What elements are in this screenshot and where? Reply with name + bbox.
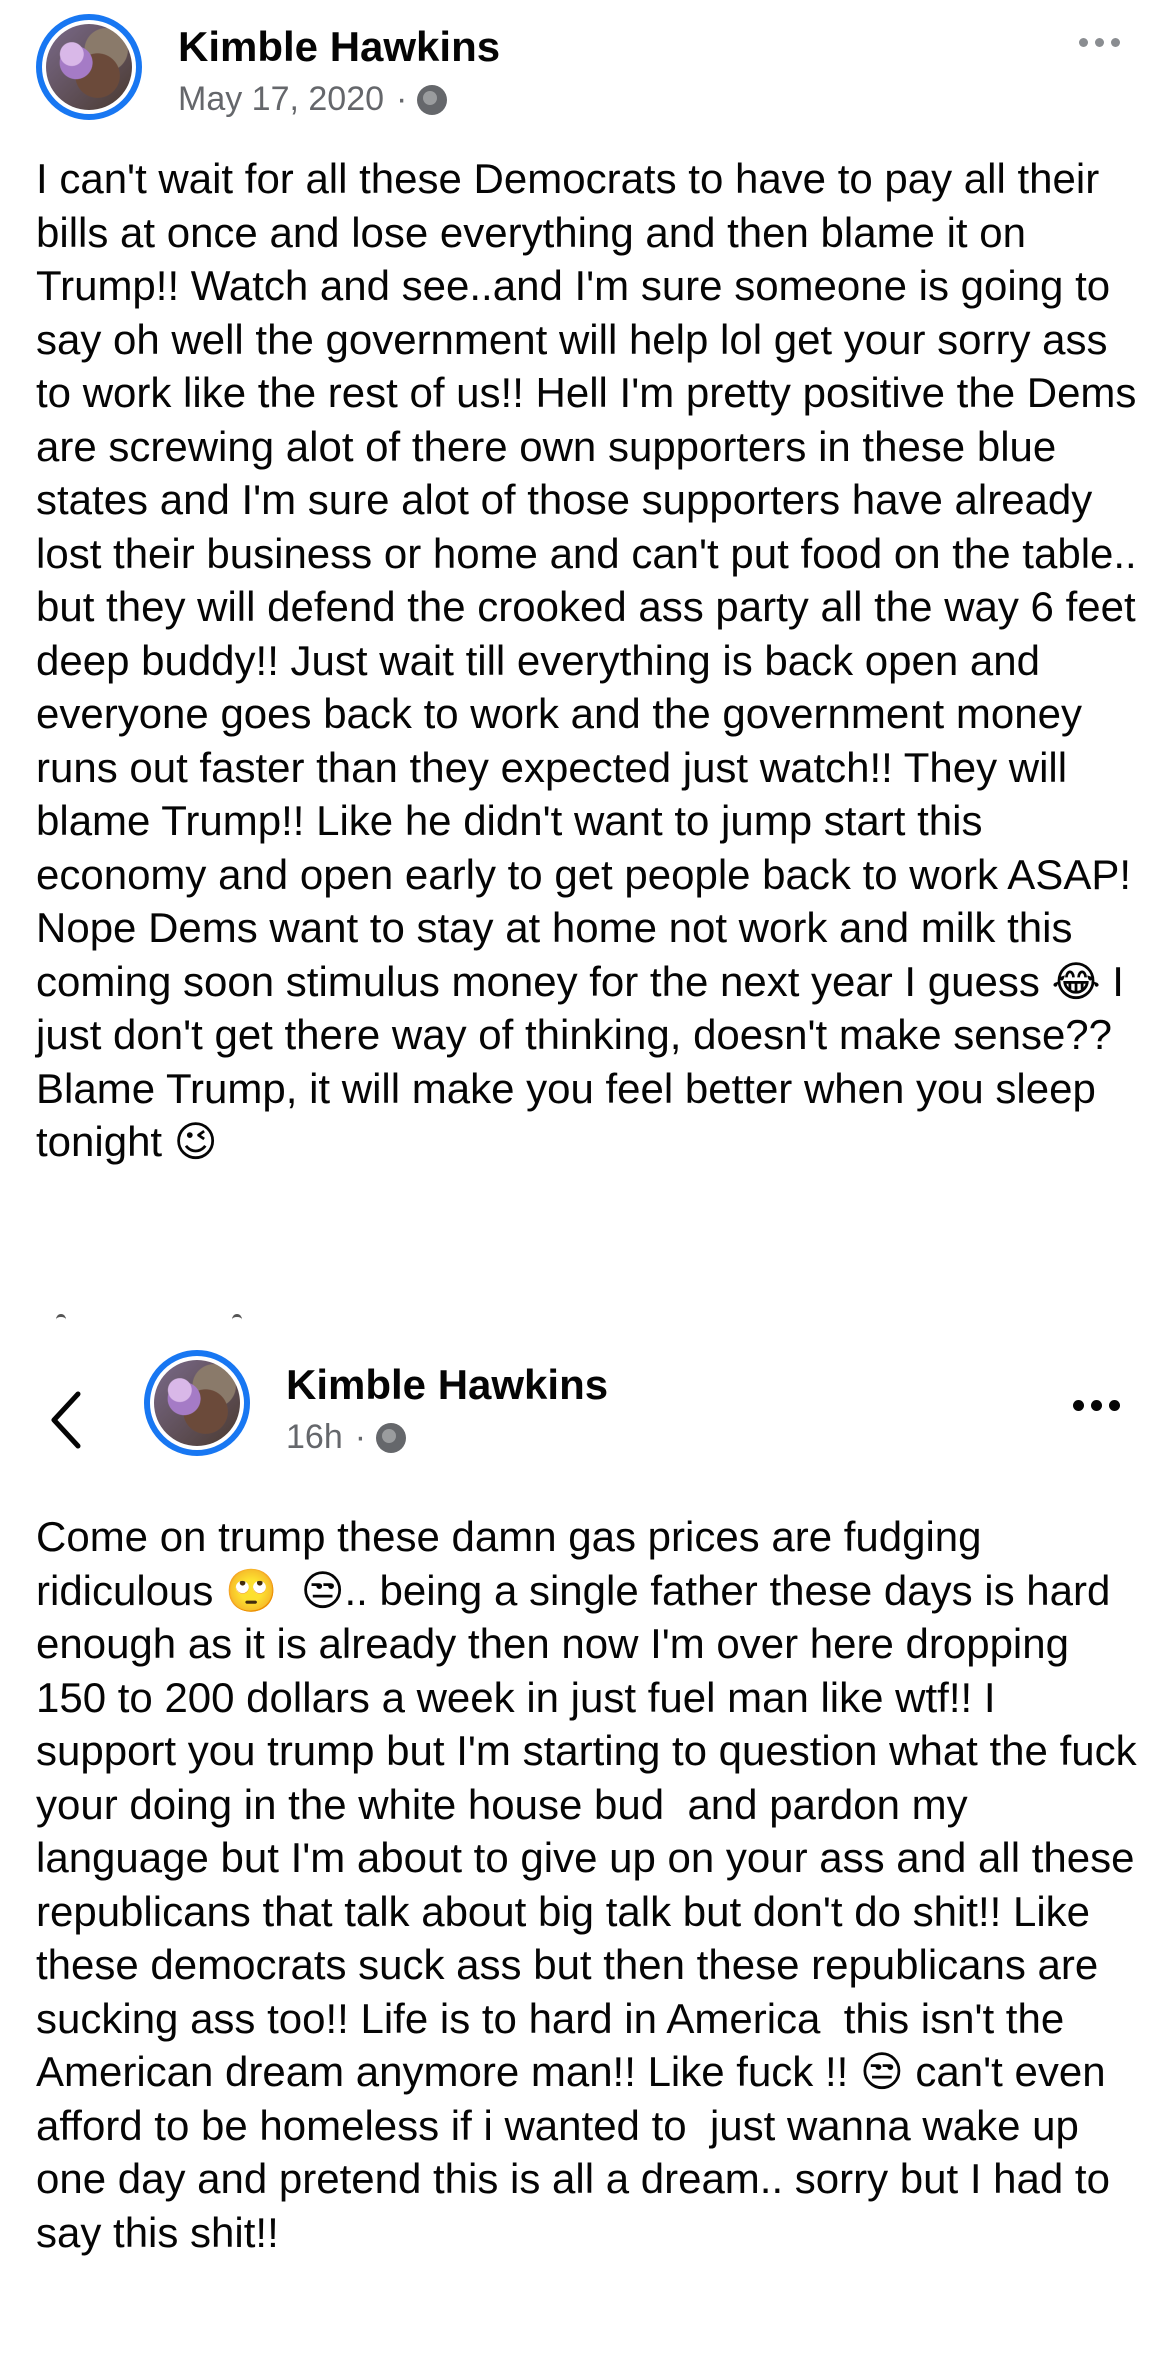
more-dot [1111,38,1120,47]
more-options-icon[interactable] [1073,1400,1120,1411]
author-name[interactable]: Kimble Hawkins [178,22,500,72]
post-2: Kimble Hawkins 16h · Come on trump these… [0,1336,1170,2378]
more-dot [1109,1400,1120,1411]
back-chevron-icon[interactable] [46,1388,86,1452]
meta-separator: · [354,1418,367,1456]
post-meta: May 17, 2020 · [178,78,448,120]
post-text: Come on trump these damn gas prices are … [36,1513,1149,2256]
more-dot [1073,1400,1084,1411]
author-name[interactable]: Kimble Hawkins [286,1360,608,1410]
meta-separator: · [396,80,408,118]
post-meta: 16h · [286,1416,407,1458]
more-dot [1079,38,1088,47]
more-dot [1095,38,1104,47]
post-timestamp[interactable]: 16h [286,1416,343,1458]
divider-mark [232,1314,242,1325]
author-avatar[interactable] [36,14,142,120]
divider-mark [56,1314,66,1325]
avatar-image [46,24,132,110]
more-options-icon[interactable] [1079,38,1120,47]
post-text: I can't wait for all these Democrats to … [36,155,1149,1165]
globe-icon[interactable] [376,1423,407,1453]
author-avatar[interactable] [144,1350,250,1456]
post-timestamp[interactable]: May 17, 2020 [178,78,384,120]
globe-icon[interactable] [417,85,448,115]
avatar-image [154,1360,240,1446]
post-1: Kimble Hawkins May 17, 2020 · I can't wa… [0,0,1170,1320]
more-dot [1091,1400,1102,1411]
